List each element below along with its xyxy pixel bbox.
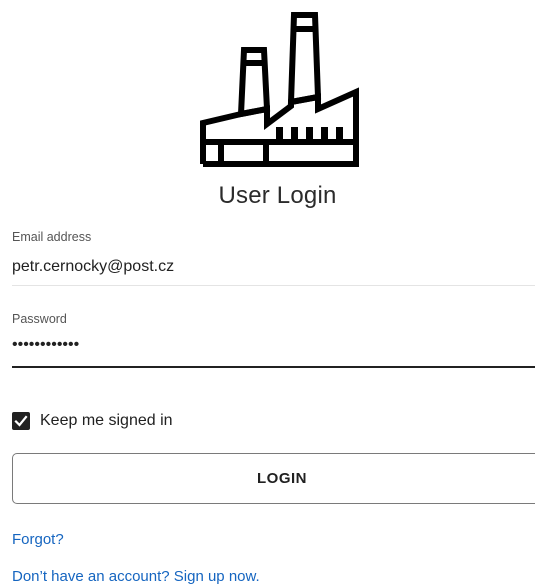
email-field[interactable] <box>12 256 535 278</box>
login-button-label: LOGIN <box>257 470 307 487</box>
forgot-link[interactable]: Forgot? <box>12 531 64 548</box>
keep-signed-in-label: Keep me signed in <box>40 412 173 429</box>
signup-link[interactable]: Don’t have an account? Sign up now. <box>12 568 260 585</box>
password-field[interactable]: •••••••••••• <box>12 336 535 358</box>
email-underline <box>12 285 535 286</box>
factory-icon <box>200 12 359 167</box>
email-label: Email address <box>12 230 92 244</box>
login-button[interactable]: LOGIN <box>12 453 535 504</box>
password-underline <box>12 366 535 368</box>
password-label: Password <box>12 312 67 326</box>
page-title: User Login <box>218 182 337 209</box>
keep-signed-in-checkbox[interactable] <box>12 412 30 430</box>
checkmark-icon <box>14 415 28 427</box>
